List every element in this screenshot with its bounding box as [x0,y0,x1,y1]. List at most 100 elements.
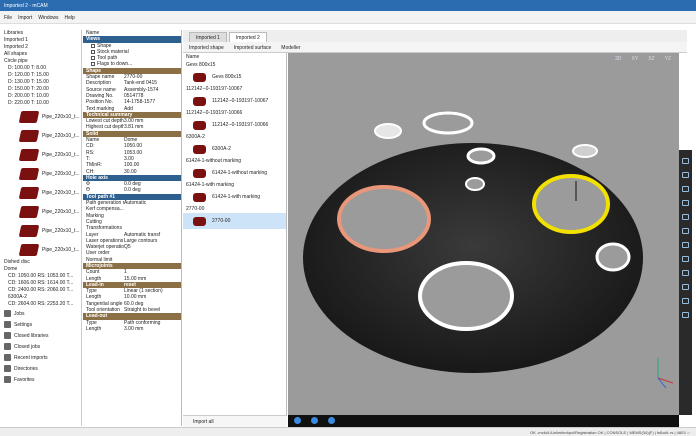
list-group[interactable]: 6300A-2 [183,133,286,141]
view-mode-yz[interactable]: YZ [665,56,671,64]
tool-icon[interactable] [682,242,689,248]
tool-icon[interactable] [682,228,689,234]
list-group[interactable]: 61424-1-with marking [183,181,286,189]
menu-item-windows[interactable]: Windows [38,15,58,21]
shape-thumbnail [193,72,206,82]
library-tree-item[interactable]: D: 220.00 T: 10.00 [0,100,81,107]
tab-imported-2[interactable]: Imported 2 [228,32,267,42]
library-tree-item[interactable]: CD: 1606.00 RS: 1614.00 T... [0,280,81,287]
subtab-imported-surface[interactable]: Imported surface [234,45,272,51]
library-tree-item[interactable]: D: 130.00 T: 15.00 [0,79,81,86]
list-group[interactable]: 112142--0-193197-10067 [183,85,286,93]
shape-thumbnail [18,167,40,180]
list-item[interactable]: 61424-1-with marking [183,189,286,205]
library-tree-item[interactable]: Imported 2 [0,44,81,51]
checkbox[interactable] [91,56,95,61]
hole-bottom-right [595,242,631,272]
property-value[interactable]: 0.0 deg [124,187,141,193]
tool-sidebar [679,150,692,415]
menu-item-import[interactable]: Import [18,15,32,21]
view-mode-xz[interactable]: XZ [648,56,654,64]
subtab-imported-shape[interactable]: Imported shape [189,45,224,51]
list-item[interactable]: 2770-00 [183,213,286,229]
list-item[interactable]: Gevs 800x15 [183,69,286,85]
shape-item[interactable]: Pipe_220x10_t... [0,221,81,240]
library-tree-item[interactable]: CD: 2604.00 RS: 2253.20 T... [0,301,81,308]
property-value[interactable]: Q5 [124,244,131,250]
nav-item-closed-jobs[interactable]: Closed jobs [0,341,81,352]
property-value[interactable]: 3.81 mm [124,124,143,130]
library-panel: Libraries Imported 1 Imported 2 All shapes C… [0,30,82,426]
select-icon[interactable] [328,417,335,424]
view-mode-3d[interactable]: 3D [615,56,621,64]
property-value[interactable]: 3.00 mm [124,326,143,332]
nav-item-directories[interactable]: Directories [0,363,81,374]
subtab-modeller[interactable]: Modeller [281,45,300,51]
nav-icon [4,321,11,328]
property-value[interactable]: 30.00 [124,169,137,175]
library-tree-item[interactable]: 6300A-2 [0,294,81,301]
library-tree-item[interactable]: D: 150.00 T: 20.00 [0,86,81,93]
property-value[interactable]: Automatic [124,200,146,206]
tool-icon[interactable] [682,256,689,262]
list-item[interactable]: 6300A-2 [183,141,286,157]
menu-bar: File Import Windows Help [0,11,696,24]
3d-viewport[interactable] [288,53,679,415]
shape-item[interactable]: Pipe_220x10_t... [0,240,81,259]
library-tree-item[interactable]: Dished disc [0,259,81,266]
tool-icon[interactable] [682,312,689,318]
nav-item-closed-libraries[interactable]: Closed libraries [0,330,81,341]
property-value[interactable]: Straight to bevel [124,307,160,313]
list-group[interactable]: Gevs 800x15 [183,61,286,69]
tool-icon[interactable] [682,214,689,220]
shape-thumbnail [193,192,206,202]
library-tree-item[interactable]: D: 100.00 T: 8.00 [0,65,81,72]
view-mode-xy[interactable]: XY [632,56,639,64]
shape-item[interactable]: Pipe_220x10_t... [0,202,81,221]
shape-item[interactable]: Pipe_220x10_t... [0,164,81,183]
nav-item-jobs[interactable]: Jobs [0,308,81,319]
shape-item[interactable]: Pipe_220x10_t... [0,183,81,202]
nav-item-settings[interactable]: Settings [0,319,81,330]
list-group[interactable]: 2770-00 [183,205,286,213]
menu-item-help[interactable]: Help [65,15,75,21]
tool-icon[interactable] [682,298,689,304]
library-tree-item[interactable]: Circle pipe [0,58,81,65]
checkbox[interactable] [91,49,95,54]
shape-label: Pipe_220x10_t... [42,113,80,120]
menu-item-file[interactable]: File [4,15,12,21]
tool-icon[interactable] [682,158,689,164]
library-tree-item[interactable]: D: 200.00 T: 10.00 [0,93,81,100]
library-tree-item[interactable]: Imported 1 [0,37,81,44]
list-group[interactable]: 61424-1-without marking [183,157,286,165]
library-tree-item[interactable]: CD: 2400.00 RS: 2060.00 T... [0,287,81,294]
hole-mini [465,177,485,191]
list-item[interactable]: 112142--0-193197-10066 [183,117,286,133]
shape-item[interactable]: Pipe_220x10_t... [0,145,81,164]
library-tree-item[interactable]: Libraries [0,30,81,37]
list-item[interactable]: 112142--0-193197-10067 [183,93,286,109]
library-tree-item[interactable]: CD: 1050.00 RS: 1053.00 T... [0,273,81,280]
library-tree-item[interactable]: All shapes [0,51,81,58]
shape-item[interactable]: Pipe_220x10_t... [0,126,81,145]
list-group[interactable]: 112142--0-193197-10066 [183,109,286,117]
library-tree-item[interactable]: Dome [0,266,81,273]
nav-item-recent-imports[interactable]: Recent imports [0,352,81,363]
checkbox[interactable] [91,62,95,67]
checkbox[interactable] [91,43,95,48]
tool-icon[interactable] [682,270,689,276]
tool-icon[interactable] [682,172,689,178]
shape-item[interactable]: Pipe_220x10_t... [0,107,81,126]
fit-view-icon[interactable] [294,417,301,424]
hole-small [466,147,496,165]
library-tree-item[interactable]: D: 120.00 T: 15.00 [0,72,81,79]
tool-icon[interactable] [682,186,689,192]
tool-icon[interactable] [682,200,689,206]
orbit-icon[interactable] [311,417,318,424]
nav-label: Closed libraries [14,332,49,339]
tool-icon[interactable] [682,284,689,290]
import-all-button[interactable]: Import all [183,415,287,427]
tab-imported-1[interactable]: Imported 1 [189,32,227,42]
nav-item-favorites[interactable]: Favorites [0,374,81,385]
list-item[interactable]: 61424-1-without marking [183,165,286,181]
